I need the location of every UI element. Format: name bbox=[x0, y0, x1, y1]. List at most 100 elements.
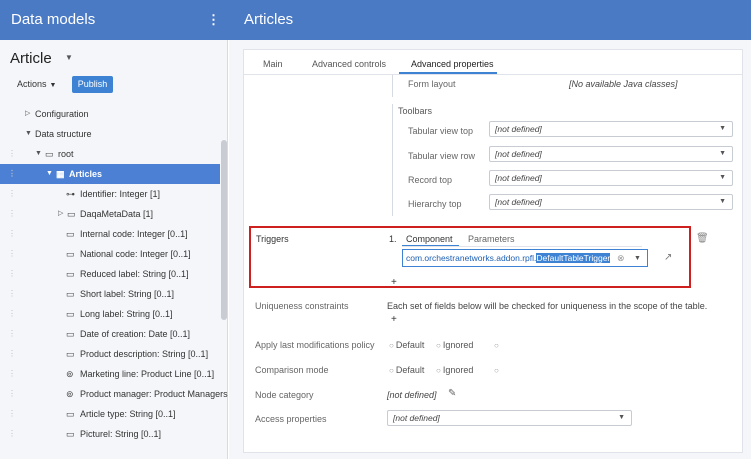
tree-node-label: Date of creation: Date [0..1] bbox=[80, 329, 191, 339]
trigger-component-input[interactable]: com.orchestranetworks.addon.rpfl.Default… bbox=[402, 249, 648, 267]
drag-handle-icon[interactable]: ⋮ bbox=[8, 144, 16, 164]
tree-node-field[interactable]: ⋮ ▭ Article type: String [0..1] bbox=[0, 404, 220, 424]
tab-main[interactable]: Main bbox=[263, 59, 283, 69]
toolbar-tabular-view-top-select[interactable]: [not defined] ▼ bbox=[489, 121, 733, 137]
tree-node-root[interactable]: ⋮ ▼ ▭ root bbox=[0, 144, 220, 164]
chevron-right-icon[interactable]: ▷ bbox=[58, 204, 63, 224]
tree-node-label: Marketing line: Product Line [0..1] bbox=[80, 369, 215, 379]
open-external-icon[interactable]: ↗ bbox=[664, 252, 672, 263]
toolbar-record-top-select[interactable]: [not defined] ▼ bbox=[489, 170, 733, 186]
drag-handle-icon[interactable]: ⋮ bbox=[8, 204, 16, 224]
toolbar-tabular-view-row-select[interactable]: [not defined] ▼ bbox=[489, 146, 733, 162]
clear-icon[interactable]: ⊗ bbox=[617, 253, 625, 264]
apply-last-default-radio[interactable]: ○ Default bbox=[389, 340, 424, 350]
node-category-value: [not defined] bbox=[387, 390, 437, 400]
comparison-default-radio[interactable]: ○ Default bbox=[389, 365, 424, 375]
folder-icon: ▭ bbox=[45, 149, 54, 159]
tab-advanced-controls[interactable]: Advanced controls bbox=[312, 59, 386, 69]
toolbars-heading: Toolbars bbox=[398, 106, 433, 116]
drag-handle-icon[interactable]: ⋮ bbox=[8, 264, 16, 284]
chevron-right-icon[interactable]: ▷ bbox=[25, 104, 30, 124]
drag-handle-icon[interactable]: ⋮ bbox=[8, 224, 16, 244]
table-icon: ▦ bbox=[56, 169, 65, 179]
more-options-icon[interactable]: ⋮ bbox=[207, 12, 220, 28]
apply-last-modifications-label: Apply last modifications policy bbox=[255, 340, 375, 350]
link-icon: ⊚ bbox=[66, 369, 74, 379]
link-icon: ⊚ bbox=[66, 389, 74, 399]
tree-node-data-structure[interactable]: ▼ Data structure bbox=[0, 124, 220, 144]
toolbar-tabular-view-top-label: Tabular view top bbox=[408, 126, 474, 136]
tree-node-field[interactable]: ⋮ ▭ Picturel: String [0..1] bbox=[0, 424, 220, 444]
drag-handle-icon[interactable]: ⋮ bbox=[8, 324, 16, 344]
tree-node-identifier[interactable]: ⋮ ⊶ Identifier: Integer [1] bbox=[0, 184, 220, 204]
radio-circle-icon: ○ bbox=[389, 341, 394, 350]
tree-node-field[interactable]: ⋮ ▭ Short label: String [0..1] bbox=[0, 284, 220, 304]
tree-node-field[interactable]: ⋮ ▭ Date of creation: Date [0..1] bbox=[0, 324, 220, 344]
comparison-ignored-radio[interactable]: ○ Ignored bbox=[436, 365, 473, 375]
drag-handle-icon[interactable]: ⋮ bbox=[8, 404, 16, 424]
sidebar-scrollbar[interactable] bbox=[221, 140, 227, 320]
tree-node-field[interactable]: ⋮ ▭ Reduced label: String [0..1] bbox=[0, 264, 220, 284]
tree-node-configuration[interactable]: ▷ Configuration bbox=[0, 104, 220, 124]
drag-handle-icon[interactable]: ⋮ bbox=[8, 344, 16, 364]
tree-node-field[interactable]: ⋮ ⊚ Product manager: Product Managers bbox=[0, 384, 228, 404]
actions-label: Actions bbox=[17, 79, 47, 89]
apply-last-unset-radio[interactable]: ○ bbox=[494, 340, 501, 350]
panel-title: Data models bbox=[11, 11, 96, 28]
drag-handle-icon[interactable]: ⋮ bbox=[8, 184, 16, 204]
field-icon: ▭ bbox=[66, 329, 75, 339]
uniqueness-constraints-label: Uniqueness constraints bbox=[255, 301, 349, 311]
radio-circle-icon: ○ bbox=[494, 341, 499, 350]
access-properties-select[interactable]: [not defined] ▼ bbox=[387, 410, 632, 426]
chevron-down-icon[interactable]: ▼ bbox=[46, 164, 53, 184]
radio-circle-icon: ○ bbox=[389, 366, 394, 375]
add-uniqueness-button[interactable]: + bbox=[391, 314, 397, 325]
field-icon: ▭ bbox=[66, 409, 75, 419]
tree-node-field[interactable]: ⋮ ▭ Long label: String [0..1] bbox=[0, 304, 220, 324]
tab-parameters[interactable]: Parameters bbox=[468, 234, 515, 244]
apply-last-ignored-radio[interactable]: ○ Ignored bbox=[436, 340, 473, 350]
field-icon: ▭ bbox=[66, 289, 75, 299]
tree-node-field[interactable]: ⋮ ▭ Product description: String [0..1] bbox=[0, 344, 220, 364]
publish-button[interactable]: Publish bbox=[72, 76, 113, 93]
chevron-down-icon[interactable]: ▼ bbox=[25, 124, 32, 144]
drag-handle-icon[interactable]: ⋮ bbox=[8, 384, 16, 404]
toolbar-hierarchy-top-select[interactable]: [not defined] ▼ bbox=[489, 194, 733, 210]
comparison-unset-radio[interactable]: ○ bbox=[494, 365, 501, 375]
folder-icon: ▭ bbox=[67, 209, 76, 219]
chevron-down-icon[interactable]: ▼ bbox=[634, 255, 641, 262]
tab-component[interactable]: Component bbox=[406, 234, 453, 244]
drag-handle-icon[interactable]: ⋮ bbox=[8, 244, 16, 264]
tab-advanced-properties[interactable]: Advanced properties bbox=[411, 59, 494, 69]
drag-handle-icon[interactable]: ⋮ bbox=[8, 304, 16, 324]
model-dropdown-caret-icon[interactable]: ▼ bbox=[65, 53, 73, 62]
delete-icon[interactable]: 🗑 bbox=[696, 233, 709, 244]
tree-node-label: DaqaMetaData [1] bbox=[80, 209, 154, 219]
drag-handle-icon[interactable]: ⋮ bbox=[8, 424, 16, 444]
toolbar-hierarchy-top-label: Hierarchy top bbox=[408, 199, 462, 209]
select-value: [not defined] bbox=[393, 413, 440, 423]
tree-node-field[interactable]: ⋮ ▭ Internal code: Integer [0..1] bbox=[0, 224, 220, 244]
radio-label: Ignored bbox=[442, 340, 474, 350]
chevron-down-icon[interactable]: ▼ bbox=[35, 144, 42, 164]
drag-handle-icon[interactable]: ⋮ bbox=[8, 284, 16, 304]
form-layout-value: [No available Java classes] bbox=[569, 79, 678, 89]
uniqueness-description: Each set of fields below will be checked… bbox=[387, 301, 708, 311]
tree-node-articles[interactable]: ⋮ ▼ ▦ Articles bbox=[0, 164, 220, 184]
field-icon: ▭ bbox=[66, 229, 75, 239]
field-icon: ▭ bbox=[66, 349, 75, 359]
add-trigger-button[interactable]: + bbox=[391, 277, 397, 288]
field-icon: ▭ bbox=[66, 249, 75, 259]
model-name: Article bbox=[10, 50, 52, 67]
radio-label: Ignored bbox=[442, 365, 474, 375]
key-icon: ⊶ bbox=[66, 189, 75, 199]
actions-menu-button[interactable]: Actions ▼ bbox=[17, 79, 56, 89]
tree-node-field[interactable]: ⋮ ⊚ Marketing line: Product Line [0..1] bbox=[0, 364, 220, 384]
tree-node-daqametadata[interactable]: ⋮ ▷ ▭ DaqaMetaData [1] bbox=[0, 204, 220, 224]
drag-handle-icon[interactable]: ⋮ bbox=[8, 364, 16, 384]
edit-pencil-icon[interactable]: ✎ bbox=[448, 388, 456, 399]
tree-node-label: Configuration bbox=[35, 109, 89, 119]
drag-handle-icon[interactable]: ⋮ bbox=[8, 164, 16, 184]
tree-node-field[interactable]: ⋮ ▭ National code: Integer [0..1] bbox=[0, 244, 220, 264]
group-divider bbox=[392, 104, 393, 216]
